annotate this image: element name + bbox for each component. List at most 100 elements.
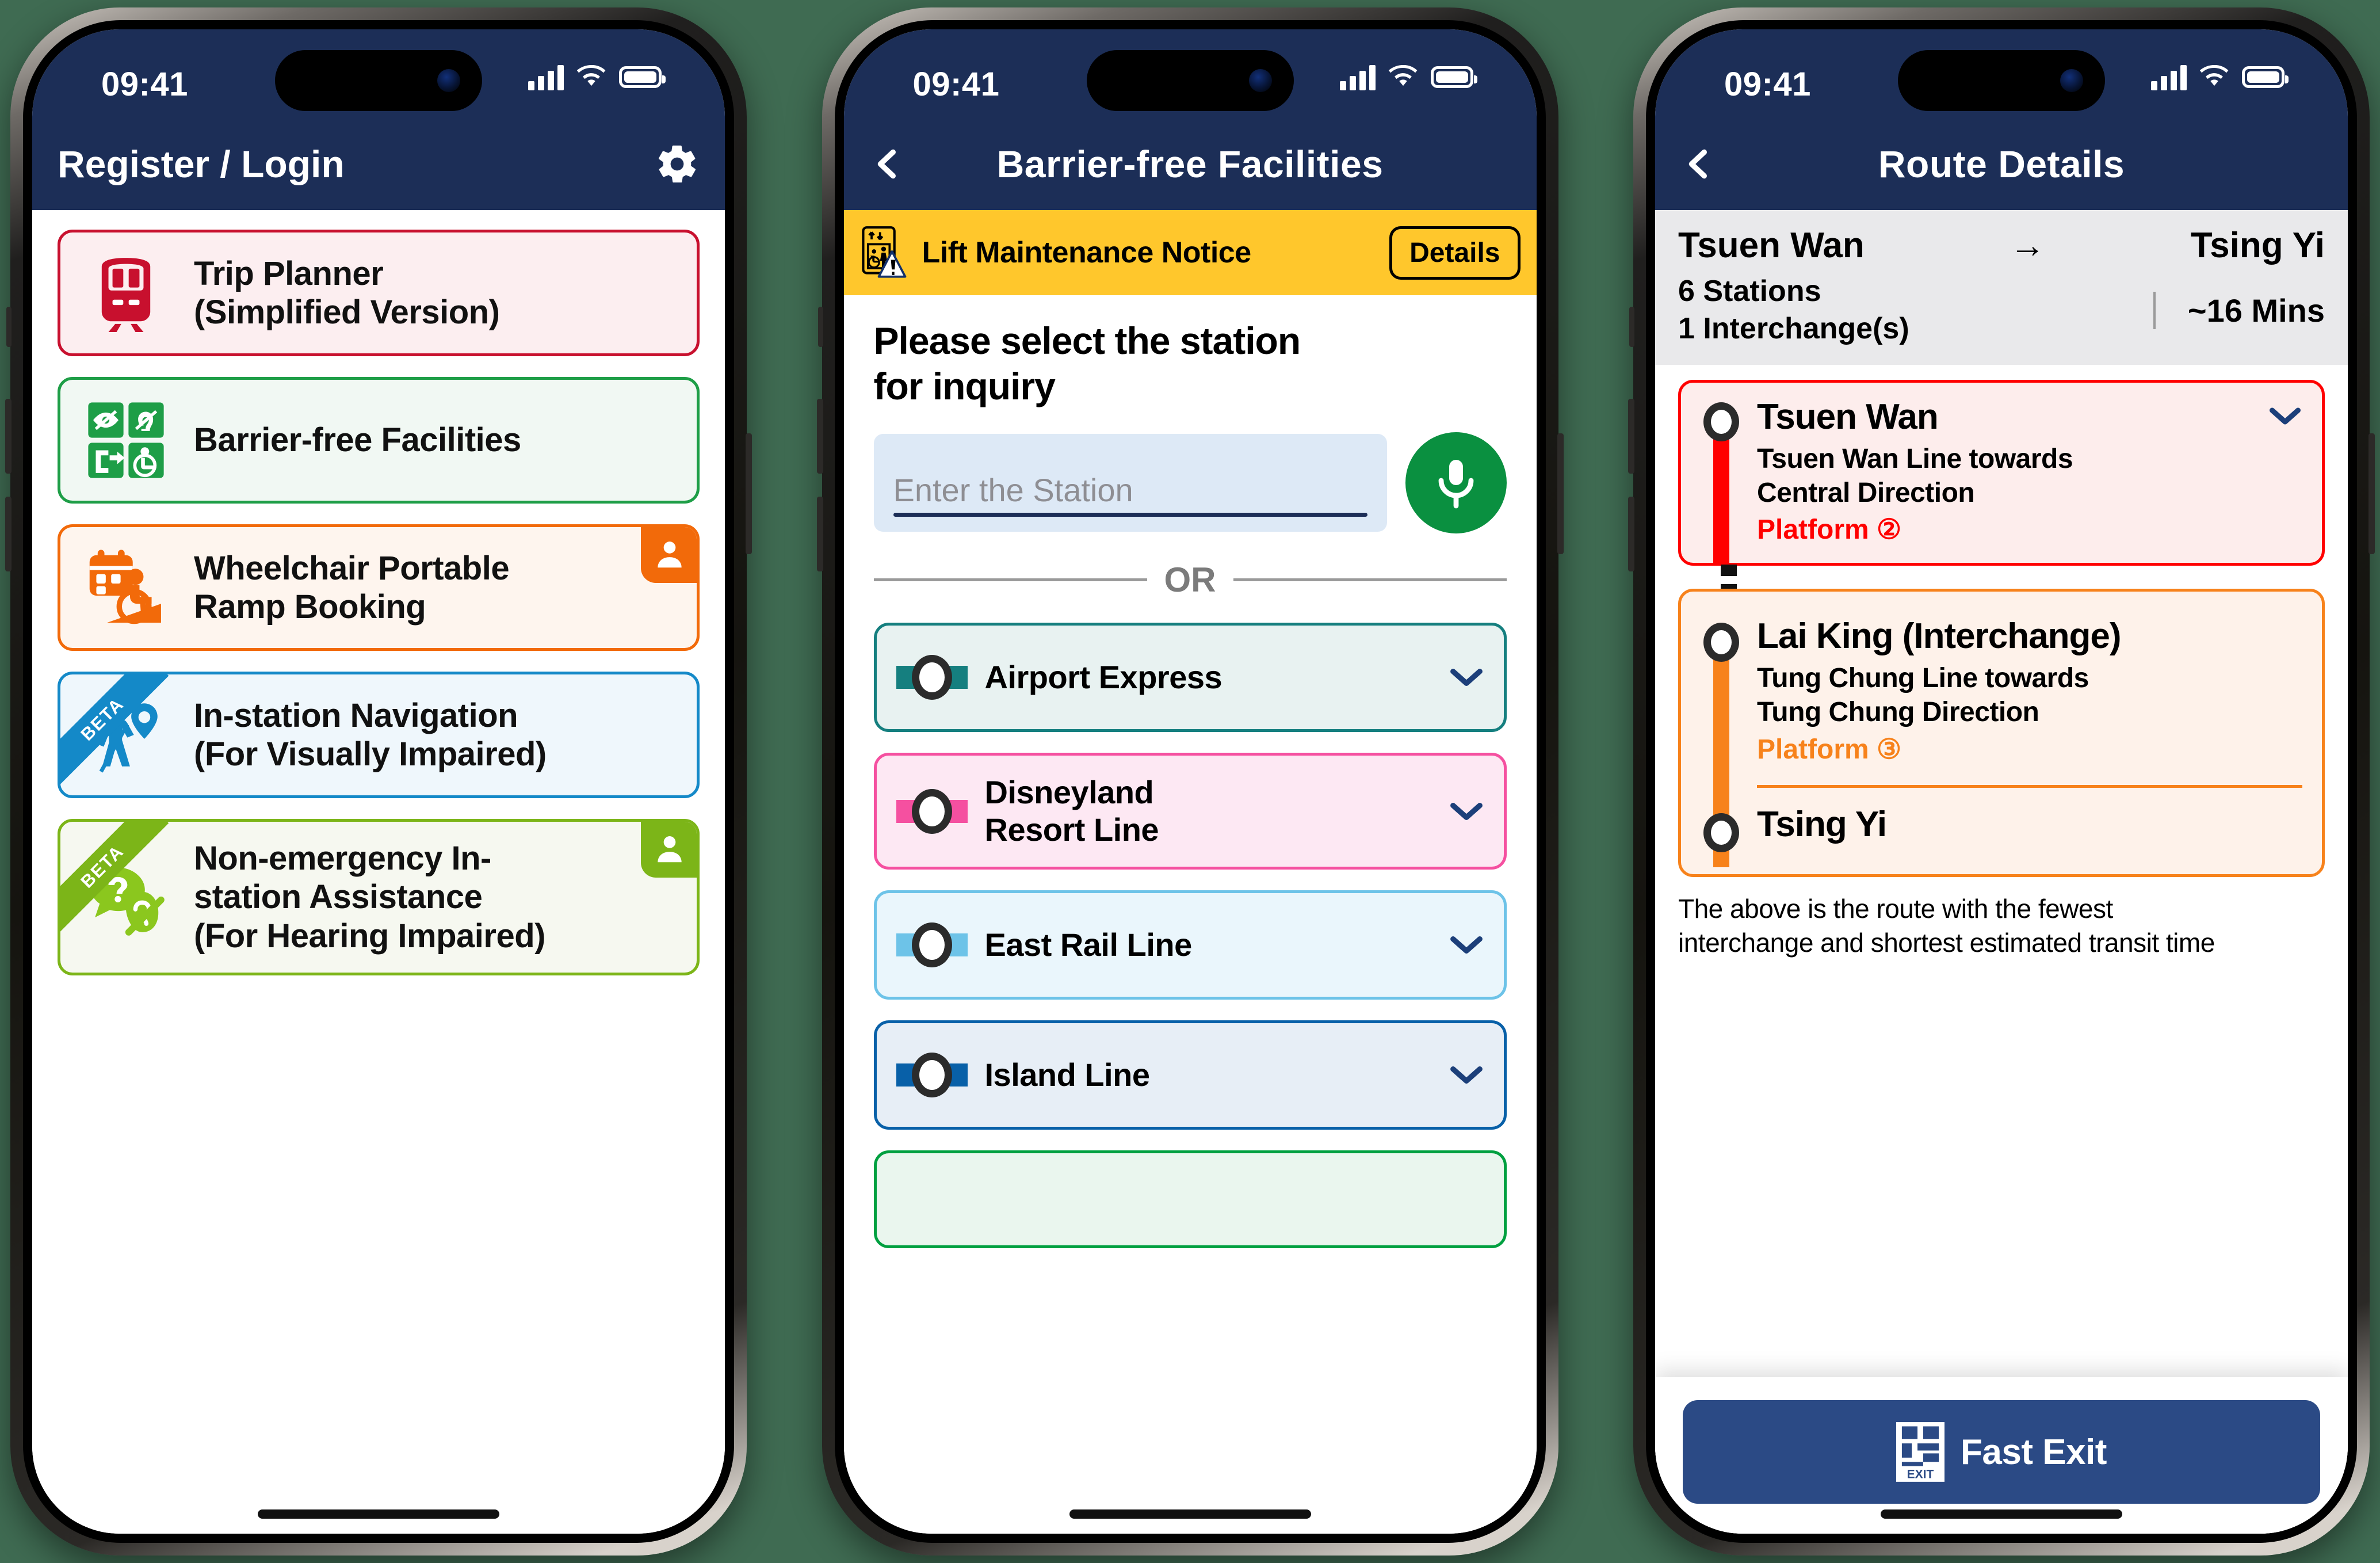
segment-divider [1757, 784, 2302, 788]
line-row-partial-next[interactable] [873, 1150, 1507, 1249]
volume-down-button[interactable] [1628, 497, 1634, 571]
volume-down-button[interactable] [816, 497, 823, 571]
chevron-down-icon[interactable] [2268, 406, 2302, 426]
dynamic-island [275, 50, 482, 111]
section-heading-line1: Please select the station [873, 319, 1301, 362]
blind-navigation-pin-icon [78, 693, 174, 777]
chevron-down-icon[interactable] [1449, 666, 1484, 688]
status-bar: 09:41 [843, 29, 1537, 139]
status-clock: 09:41 [101, 66, 188, 103]
route-segment-tsuen-wan[interactable]: Tsuen Wan Tsuen Wan Line towards Central… [1678, 380, 2325, 566]
person-badge-icon [641, 821, 697, 878]
nav-bar-barrier-free: Barrier-free Facilities [843, 139, 1537, 210]
volume-up-button[interactable] [5, 399, 12, 474]
or-divider-label: OR [1164, 561, 1216, 600]
home-indicator[interactable] [1069, 1509, 1311, 1519]
menu-card-line2: (For Visually Impaired) [194, 735, 547, 773]
power-button[interactable] [1557, 433, 1564, 554]
line-name: Disneyland Resort Line [985, 774, 1431, 848]
menu-card-label: In-station Navigation (For Visually Impa… [194, 696, 547, 774]
power-button[interactable] [746, 433, 752, 554]
menu-card-trip-planner[interactable]: Trip Planner (Simplified Version) [58, 230, 700, 356]
nav-bar-route-details: Route Details [1655, 139, 2348, 210]
route-counts: 6 Stations 1 Interchange(s) [1678, 273, 1909, 348]
chevron-left-icon[interactable] [869, 146, 905, 182]
chevron-down-icon[interactable] [1449, 1064, 1484, 1086]
line-row-airport-express[interactable]: Airport Express [873, 623, 1507, 733]
volume-up-button[interactable] [816, 399, 823, 474]
silent-switch[interactable] [817, 307, 823, 347]
chevron-left-icon[interactable] [1680, 146, 1716, 182]
route-note-line2: interchange and shortest estimated trans… [1678, 927, 2215, 958]
wifi-icon [576, 65, 606, 86]
wifi-icon [2199, 65, 2229, 86]
menu-card-non-emergency-assistance[interactable]: BETA Non-emergency In- station Assistanc… [58, 819, 700, 975]
segment-body: Lai King (Interchange) Tung Chung Line t… [1757, 607, 2302, 863]
menu-card-in-station-navigation[interactable]: BETA In-station Navigation (For Visually… [58, 672, 700, 798]
menu-card-line1: Trip Planner [194, 254, 384, 292]
cellular-bars-icon [2151, 64, 2187, 90]
phone-route-details: 09:41 Route Details Tsuen Wan → Tsing Yi… [1628, 7, 2375, 1556]
line-name: Airport Express [984, 659, 1223, 696]
status-bar: 09:41 [1655, 29, 2348, 139]
microphone-icon [1438, 460, 1473, 509]
menu-card-barrier-free-facilities[interactable]: Barrier-free Facilities [58, 377, 700, 504]
phone-screen-1: 09:41 Register / Login Trip Planner (Sim… [32, 29, 725, 1534]
chevron-down-icon[interactable] [1449, 800, 1484, 822]
route-summary-bar: Tsuen Wan → Tsing Yi 6 Stations 1 Interc… [1655, 210, 2348, 365]
status-clock: 09:41 [912, 66, 1000, 103]
line-row-island-line[interactable]: Island Line [873, 1020, 1507, 1130]
status-icons [1339, 64, 1477, 90]
line-name-line2: Resort Line [984, 811, 1159, 848]
origin-destination-row: Tsuen Wan → Tsing Yi [1678, 225, 2325, 266]
menu-card-line2: (Simplified Version) [194, 293, 500, 331]
screen2-content: Please select the station for inquiry En… [843, 295, 1537, 1534]
three-phone-mockup: 09:41 Register / Login Trip Planner (Sim… [0, 0, 2380, 1563]
silent-switch[interactable] [6, 307, 12, 347]
volume-up-button[interactable] [1628, 399, 1634, 474]
voice-input-button[interactable] [1405, 432, 1507, 534]
home-indicator[interactable] [1881, 1509, 2122, 1519]
route-note: The above is the route with the fewest i… [1655, 877, 2348, 960]
power-button[interactable] [2368, 433, 2375, 554]
phone-register-login: 09:41 Register / Login Trip Planner (Sim… [5, 7, 752, 1556]
lift-maintenance-warning-icon [861, 226, 906, 278]
divider-line-left [873, 578, 1147, 582]
menu-card-line1: Non-emergency In- [194, 840, 491, 877]
route-interchange-count: 1 Interchange(s) [1678, 312, 1909, 345]
status-bar: 09:41 [32, 29, 725, 139]
status-clock: 09:41 [1724, 66, 1811, 103]
menu-card-wheelchair-ramp-booking[interactable]: Wheelchair Portable Ramp Booking [58, 524, 700, 651]
menu-card-line2: Ramp Booking [194, 588, 426, 626]
silent-switch[interactable] [1629, 307, 1634, 347]
fast-exit-button[interactable]: EXIT Fast Exit [1683, 1400, 2320, 1504]
metro-train-icon [78, 250, 174, 336]
line-marker-icon [896, 922, 968, 968]
route-note-line1: The above is the route with the fewest [1678, 893, 2113, 924]
lift-maintenance-notice-bar[interactable]: Lift Maintenance Notice Details [843, 210, 1537, 295]
volume-down-button[interactable] [5, 497, 12, 571]
dynamic-island [1898, 50, 2105, 111]
wheelchair-ramp-booking-icon [78, 544, 174, 631]
page-title: Barrier-free Facilities [996, 143, 1384, 185]
gear-icon[interactable] [655, 142, 700, 186]
station-search-placeholder: Enter the Station [893, 472, 1133, 509]
route-segment-lai-king[interactable]: Lai King (Interchange) Tung Chung Line t… [1678, 589, 2325, 877]
notice-details-button[interactable]: Details [1389, 226, 1521, 280]
line-list: Airport Express Disneyland Resort Line E… [873, 623, 1507, 1249]
route-destination: Tsing Yi [2190, 226, 2325, 265]
station-search-input[interactable]: Enter the Station [873, 434, 1387, 532]
home-indicator[interactable] [258, 1509, 499, 1519]
station-stop-dot [1703, 402, 1739, 441]
nav-bar-register-login: Register / Login [32, 139, 725, 210]
phone-screen-2: 09:41 Barrier-free Facilities Lift Maint… [843, 29, 1537, 1534]
line-row-east-rail-line[interactable]: East Rail Line [873, 890, 1507, 1000]
segment-line-info-1: Tsuen Wan Line towards [1757, 444, 2073, 475]
menu-card-label: Wheelchair Portable Ramp Booking [194, 549, 510, 627]
segment-line-info-1: Tung Chung Line towards [1757, 663, 2089, 694]
line-row-disneyland-resort-line[interactable]: Disneyland Resort Line [873, 753, 1507, 870]
chevron-down-icon[interactable] [1449, 934, 1484, 956]
route-station-count: 6 Stations [1678, 275, 1821, 308]
segment-line-info-2: Tung Chung Direction [1757, 697, 2039, 728]
route-timeline: Tsuen Wan Tsuen Wan Line towards Central… [1655, 365, 2348, 877]
